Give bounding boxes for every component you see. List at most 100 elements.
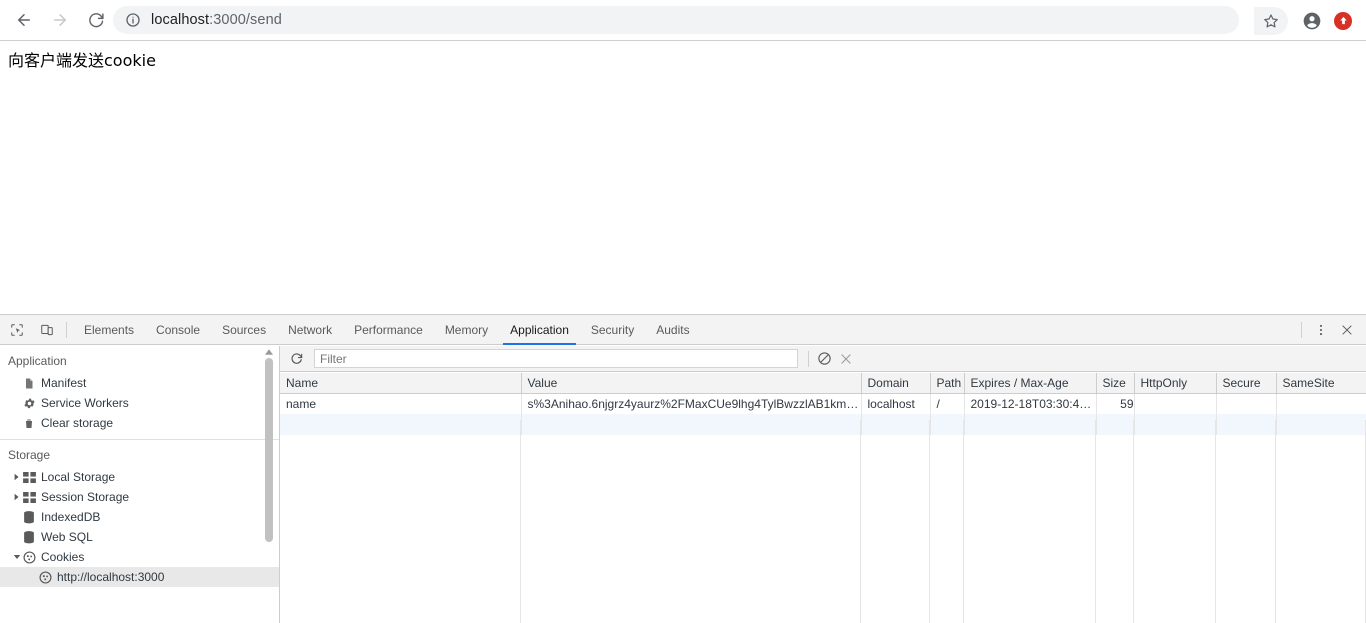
cell-expires[interactable]: 2019-12-18T03:30:45…: [964, 393, 1097, 414]
table-row[interactable]: name s%3Anihao.6njgrz4yaurz%2FMaxCUe9lhg…: [280, 393, 1366, 414]
sidebar-item-clear-storage[interactable]: Clear storage: [0, 413, 279, 433]
site-info-icon[interactable]: [125, 12, 141, 28]
cell-domain[interactable]: localhost: [861, 393, 931, 414]
refresh-icon: [291, 352, 303, 364]
sidebar-item-session-storage[interactable]: Session Storage: [0, 487, 279, 507]
column-header-samesite[interactable]: SameSite: [1276, 373, 1366, 394]
toolbar-divider: [66, 321, 67, 338]
table-icon: [22, 470, 36, 484]
sidebar-item-manifest[interactable]: Manifest: [0, 373, 279, 393]
sidebar-item-cookies[interactable]: Cookies: [0, 547, 279, 567]
reload-icon: [88, 12, 104, 27]
cell-path[interactable]: /: [930, 393, 965, 414]
cell-name[interactable]: name: [280, 393, 522, 414]
address-bar[interactable]: localhost:3000/send: [113, 6, 1239, 34]
sidebar-item-label: Service Workers: [41, 396, 129, 410]
document-icon: [22, 376, 36, 390]
grid-line: [963, 420, 964, 623]
bookmark-button[interactable]: [1254, 6, 1288, 35]
scroll-up-icon[interactable]: [264, 346, 274, 357]
page-body-text: 向客户端发送cookie: [8, 51, 156, 70]
reload-button[interactable]: [82, 6, 110, 34]
sidebar-section-storage: Storage: [8, 448, 51, 462]
tab-performance[interactable]: Performance: [343, 315, 434, 345]
cookies-table-container: Name Value Domain Path Expires / Max-Age…: [280, 373, 1366, 623]
chevron-right-icon[interactable]: [11, 492, 22, 503]
devtools-tabs: Elements Console Sources Network Perform…: [73, 315, 701, 345]
tab-audits[interactable]: Audits: [645, 315, 700, 345]
tab-label: Performance: [354, 322, 423, 337]
delete-cookie-button[interactable]: [835, 348, 857, 370]
devtools-close-button[interactable]: [1334, 317, 1360, 343]
tab-label: Console: [156, 322, 201, 337]
tab-label: Security: [590, 322, 635, 337]
cell-empty: [964, 414, 1097, 435]
cookie-icon: [22, 550, 36, 564]
table-icon: [22, 490, 36, 504]
cell-value[interactable]: s%3Anihao.6njgrz4yaurz%2FMaxCUe9lhg4TylB…: [521, 393, 862, 414]
sidebar-item-label: Local Storage: [41, 470, 116, 484]
filter-divider: [808, 350, 809, 367]
column-header-size[interactable]: Size: [1096, 373, 1135, 394]
column-header-value[interactable]: Value: [521, 373, 862, 394]
chevron-down-icon[interactable]: [11, 552, 22, 563]
cell-empty: [280, 414, 522, 435]
database-icon: [22, 510, 36, 524]
chrome-update-button[interactable]: [1334, 11, 1352, 30]
toolbar-actions: [1254, 0, 1366, 41]
forward-button[interactable]: [46, 6, 74, 34]
grid-line: [1215, 420, 1216, 623]
gear-icon: [22, 396, 36, 410]
sidebar-item-label: IndexedDB: [41, 510, 101, 524]
tab-console[interactable]: Console: [145, 315, 211, 345]
grid-line: [1095, 420, 1096, 623]
application-sidebar: Application Manifest Service Workers Cle…: [0, 346, 280, 623]
clear-all-cookies-button[interactable]: [813, 348, 835, 370]
sidebar-item-service-workers[interactable]: Service Workers: [0, 393, 279, 413]
tab-sources[interactable]: Sources: [211, 315, 277, 345]
tab-network[interactable]: Network: [277, 315, 343, 345]
chevron-right-icon[interactable]: [11, 472, 22, 483]
tab-security[interactable]: Security: [580, 315, 645, 345]
url-text: localhost:3000/send: [151, 12, 282, 28]
cell-empty: [1096, 414, 1135, 435]
sidebar-item-cookie-origin[interactable]: http://localhost:3000: [0, 567, 279, 587]
toggle-device-toolbar-button[interactable]: [34, 317, 60, 343]
column-header-secure[interactable]: Secure: [1216, 373, 1277, 394]
sidebar-scrollbar[interactable]: [264, 346, 274, 623]
tab-elements[interactable]: Elements: [73, 315, 145, 345]
inspect-element-button[interactable]: [4, 317, 30, 343]
sidebar-item-local-storage[interactable]: Local Storage: [0, 467, 279, 487]
tab-label: Elements: [84, 322, 135, 337]
block-circle-icon: [817, 352, 831, 365]
cell-empty: [1276, 414, 1366, 435]
devtools-more-button[interactable]: [1308, 317, 1334, 343]
column-header-httponly[interactable]: HttpOnly: [1134, 373, 1217, 394]
tab-memory[interactable]: Memory: [434, 315, 499, 345]
grid-line: [1275, 420, 1276, 623]
sidebar-item-label: Clear storage: [41, 416, 114, 430]
scrollbar-thumb[interactable]: [265, 358, 273, 542]
sidebar-item-web-sql[interactable]: Web SQL: [0, 527, 279, 547]
cell-size[interactable]: 59: [1096, 393, 1135, 414]
cell-httponly[interactable]: [1134, 393, 1217, 414]
column-header-domain[interactable]: Domain: [861, 373, 931, 394]
kebab-menu-icon: [1319, 324, 1323, 336]
back-button[interactable]: [10, 6, 38, 34]
cell-secure[interactable]: [1216, 393, 1277, 414]
profile-button[interactable]: [1298, 7, 1326, 35]
arrow-left-icon: [18, 14, 30, 26]
sidebar-item-indexeddb[interactable]: IndexedDB: [0, 507, 279, 527]
inspect-cursor-icon: [11, 323, 23, 336]
column-header-name[interactable]: Name: [280, 373, 522, 394]
devtools-toolbar: Elements Console Sources Network Perform…: [0, 315, 1366, 345]
refresh-cookies-button[interactable]: [286, 348, 308, 370]
column-header-expires[interactable]: Expires / Max-Age: [964, 373, 1097, 394]
tab-label: Sources: [222, 322, 267, 337]
trash-icon: [22, 416, 36, 430]
cell-samesite[interactable]: [1276, 393, 1366, 414]
column-header-path[interactable]: Path: [930, 373, 965, 394]
tab-label: Application: [510, 322, 569, 337]
tab-application[interactable]: Application: [499, 315, 580, 345]
filter-input[interactable]: [314, 349, 798, 368]
